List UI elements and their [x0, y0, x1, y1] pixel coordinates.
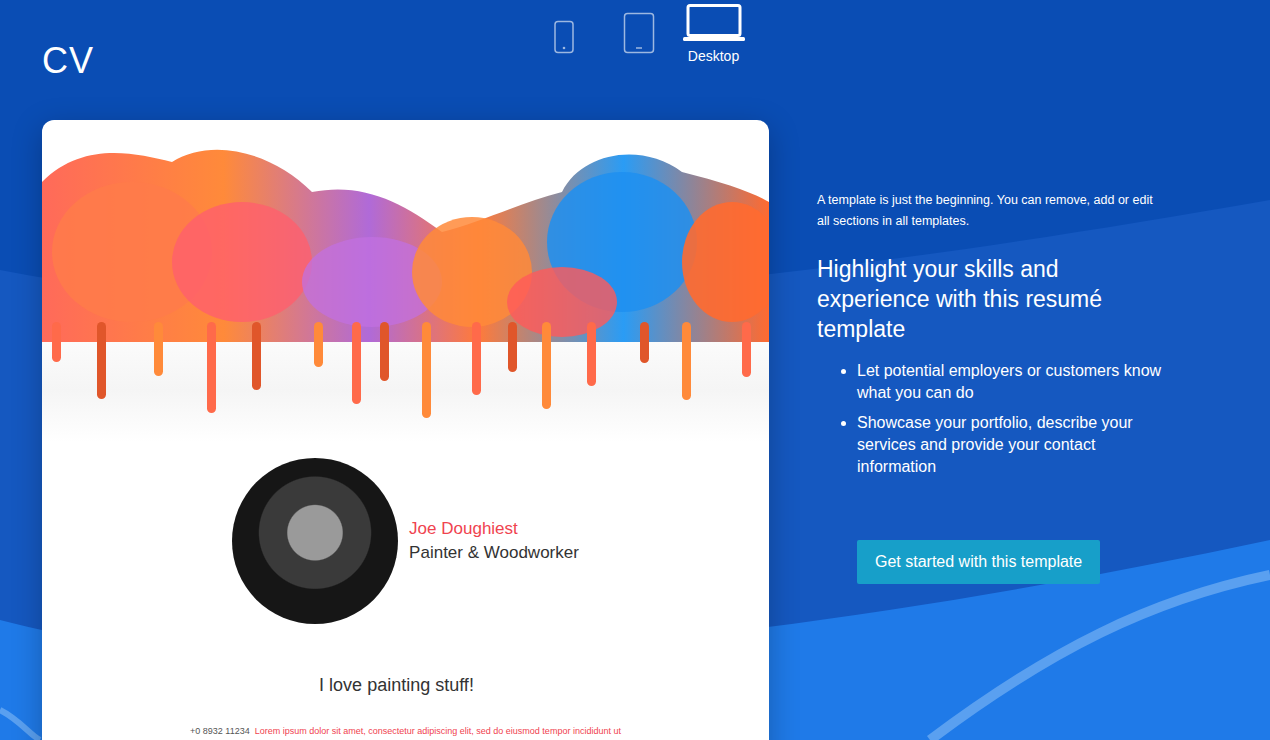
- tagline: I love painting stuff!: [42, 672, 769, 699]
- profile-header: Joe DoughiestPainter & Woodworker: [42, 458, 769, 624]
- main-area: Joe DoughiestPainter & Woodworker I love …: [0, 120, 1270, 740]
- page-title: CV: [0, 0, 520, 120]
- phone-icon: [553, 20, 575, 54]
- device-tab[interactable]: [526, 20, 601, 58]
- template-info: A template is just the beginning. You ca…: [817, 120, 1167, 584]
- header: CV Desktop: [0, 0, 1270, 120]
- feature-list: Let potential employers or customers kno…: [817, 360, 1167, 478]
- device-switcher: Desktop: [520, 0, 751, 120]
- paint-splash-image: [42, 142, 769, 442]
- get-started-button[interactable]: Get started with this template: [857, 540, 1100, 584]
- profile-role: Painter & Woodworker: [409, 541, 579, 565]
- phone-number: +0 8932 11234: [190, 726, 250, 736]
- tablet-icon: [623, 12, 655, 54]
- device-tab[interactable]: [601, 12, 676, 58]
- profile-text: Joe DoughiestPainter & Woodworker: [409, 517, 579, 565]
- template-preview[interactable]: Joe DoughiestPainter & Woodworker I love …: [42, 120, 769, 740]
- desktop-icon: [683, 4, 745, 42]
- profile-name: Joe Doughiest: [409, 517, 579, 541]
- device-tab[interactable]: Desktop: [676, 4, 751, 67]
- feature-item: Let potential employers or customers kno…: [857, 360, 1167, 404]
- info-heading: Highlight your skills and experience wit…: [817, 254, 1167, 344]
- contact-line: +0 8932 11234 Lorem ipsum dolor sit amet,…: [42, 725, 769, 737]
- profile-photo: [232, 458, 398, 624]
- feature-item: Showcase your portfolio, describe your s…: [857, 412, 1167, 478]
- info-note: A template is just the beginning. You ca…: [817, 190, 1167, 232]
- device-label: Desktop: [688, 46, 739, 67]
- intro-text: Lorem ipsum dolor sit amet, consectetur …: [255, 726, 621, 736]
